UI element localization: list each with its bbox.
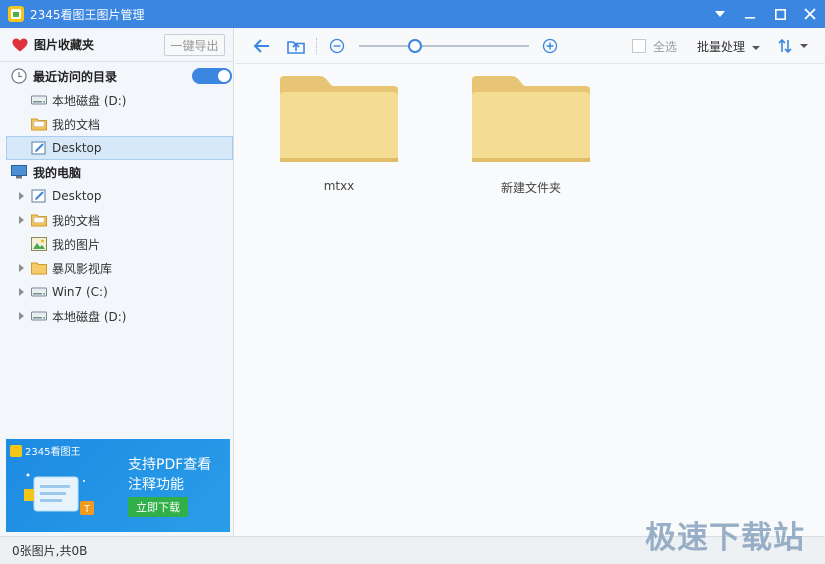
my-computer-label: 我的电脑 xyxy=(33,165,82,180)
window-title: 2345看图王图片管理 xyxy=(30,7,145,22)
computer-item-label: Desktop xyxy=(52,189,102,203)
documents-folder-icon xyxy=(31,214,47,227)
maximize-button[interactable] xyxy=(765,0,795,28)
export-button[interactable]: 一键导出 xyxy=(164,34,225,56)
folder-tile[interactable]: mtxx xyxy=(277,74,401,193)
computer-item-label: 我的图片 xyxy=(52,237,101,252)
folder-tree: 最近访问的目录 本地磁盘 (D:) 我的文档 Desktop 我的电脑 Desk… xyxy=(0,62,233,328)
desktop-icon xyxy=(31,189,46,203)
window-controls xyxy=(705,0,825,28)
ad-brand-label: 2345看图王 xyxy=(25,447,81,458)
select-all-checkbox[interactable] xyxy=(632,39,646,53)
up-folder-button[interactable] xyxy=(287,37,305,55)
computer-item-label: 我的文档 xyxy=(52,213,101,228)
recent-dirs-header[interactable]: 最近访问的目录 xyxy=(0,64,233,88)
pictures-icon xyxy=(31,237,47,251)
svg-text:T: T xyxy=(84,504,90,515)
toolbar-separator xyxy=(316,38,317,54)
watermark: 极速下载站 xyxy=(645,520,805,556)
drive-icon xyxy=(31,287,47,297)
back-arrow-icon xyxy=(253,39,269,53)
recent-item-drive-d[interactable]: 本地磁盘 (D:) xyxy=(0,88,233,112)
upload-folder-icon xyxy=(287,41,305,54)
recent-item-desktop[interactable]: Desktop xyxy=(6,136,233,160)
recent-item-label: 我的文档 xyxy=(52,117,101,132)
computer-icon xyxy=(11,165,27,179)
folder-icon xyxy=(472,76,590,162)
file-grid: mtxx 新建文件夹 xyxy=(235,64,825,536)
computer-item-label: 暴风影视库 xyxy=(52,261,113,276)
expand-arrow-icon[interactable] xyxy=(19,192,24,200)
chevron-down-icon xyxy=(752,45,761,50)
desktop-icon xyxy=(31,141,46,155)
folder-tile[interactable]: 新建文件夹 xyxy=(469,74,593,196)
folder-name: 新建文件夹 xyxy=(500,181,561,195)
favorites-header[interactable]: 图片收藏夹 一键导出 xyxy=(0,28,233,62)
back-button[interactable] xyxy=(253,37,271,55)
recent-dirs-label: 最近访问的目录 xyxy=(33,69,118,84)
ad-banner[interactable]: 2345看图王 T 支持PDF查看 注释功能 立即下载 xyxy=(6,439,230,532)
expand-arrow-icon[interactable] xyxy=(19,312,24,320)
download-now-button[interactable]: 立即下载 xyxy=(128,497,188,517)
ad-title-line: 支持PDF查看 xyxy=(128,457,212,473)
computer-item-video-library[interactable]: 暴风影视库 xyxy=(0,256,233,280)
zoom-in-button[interactable] xyxy=(542,37,558,55)
recent-dirs-toggle[interactable] xyxy=(192,68,232,84)
zoom-in-icon xyxy=(542,38,558,54)
computer-item-pictures[interactable]: 我的图片 xyxy=(0,232,233,256)
status-text: 0张图片,共0B xyxy=(12,544,88,558)
chevron-down-icon xyxy=(800,44,808,48)
zoom-out-button[interactable] xyxy=(329,37,345,55)
folder-name: mtxx xyxy=(323,179,355,193)
documents-folder-icon xyxy=(31,118,47,131)
toolbar: 全选 批量处理 xyxy=(235,28,825,64)
batch-process-label: 批量处理 xyxy=(697,40,746,54)
recent-item-documents[interactable]: 我的文档 xyxy=(0,112,233,136)
recent-item-label: Desktop xyxy=(52,141,102,155)
expand-arrow-icon[interactable] xyxy=(19,288,24,296)
menu-dropdown-button[interactable] xyxy=(705,0,735,28)
app-logo-icon xyxy=(8,6,24,22)
folder-icon xyxy=(31,262,47,275)
zoom-slider-track[interactable] xyxy=(359,45,529,47)
sort-icon xyxy=(778,38,792,54)
expand-arrow-icon[interactable] xyxy=(19,264,24,272)
recent-item-label: 本地磁盘 (D:) xyxy=(52,93,127,108)
sidebar: 图片收藏夹 一键导出 最近访问的目录 本地磁盘 (D:) 我的文档 Deskto… xyxy=(0,28,234,536)
favorites-label: 图片收藏夹 xyxy=(34,38,95,52)
document-illustration-icon: T xyxy=(24,473,94,515)
folder-icon xyxy=(280,76,398,162)
minimize-button[interactable] xyxy=(735,0,765,28)
computer-item-documents[interactable]: 我的文档 xyxy=(0,208,233,232)
sort-menu-button[interactable] xyxy=(777,37,808,55)
ad-brand: 2345看图王 xyxy=(10,443,80,458)
zoom-out-icon xyxy=(329,38,345,54)
heart-icon xyxy=(12,38,28,51)
batch-process-menu[interactable]: 批量处理 xyxy=(697,38,761,55)
clock-icon xyxy=(11,68,27,84)
computer-item-desktop[interactable]: Desktop xyxy=(0,184,233,208)
my-computer-header[interactable]: 我的电脑 xyxy=(0,160,233,184)
expand-arrow-icon[interactable] xyxy=(19,216,24,224)
ad-title-line: 注释功能 xyxy=(128,477,184,493)
app-logo-icon xyxy=(10,444,22,457)
close-button[interactable] xyxy=(795,0,825,28)
computer-item-label: 本地磁盘 (D:) xyxy=(52,309,127,324)
computer-item-drive-d[interactable]: 本地磁盘 (D:) xyxy=(0,304,233,328)
computer-item-drive-c[interactable]: Win7 (C:) xyxy=(0,280,233,304)
zoom-slider-handle[interactable] xyxy=(408,39,423,53)
title-bar: 2345看图王图片管理 xyxy=(0,0,825,28)
computer-item-label: Win7 (C:) xyxy=(52,285,108,299)
ad-title: 支持PDF查看 注释功能 xyxy=(128,455,228,495)
drive-icon xyxy=(31,311,47,321)
drive-icon xyxy=(31,95,47,105)
select-all-label[interactable]: 全选 xyxy=(653,38,677,55)
